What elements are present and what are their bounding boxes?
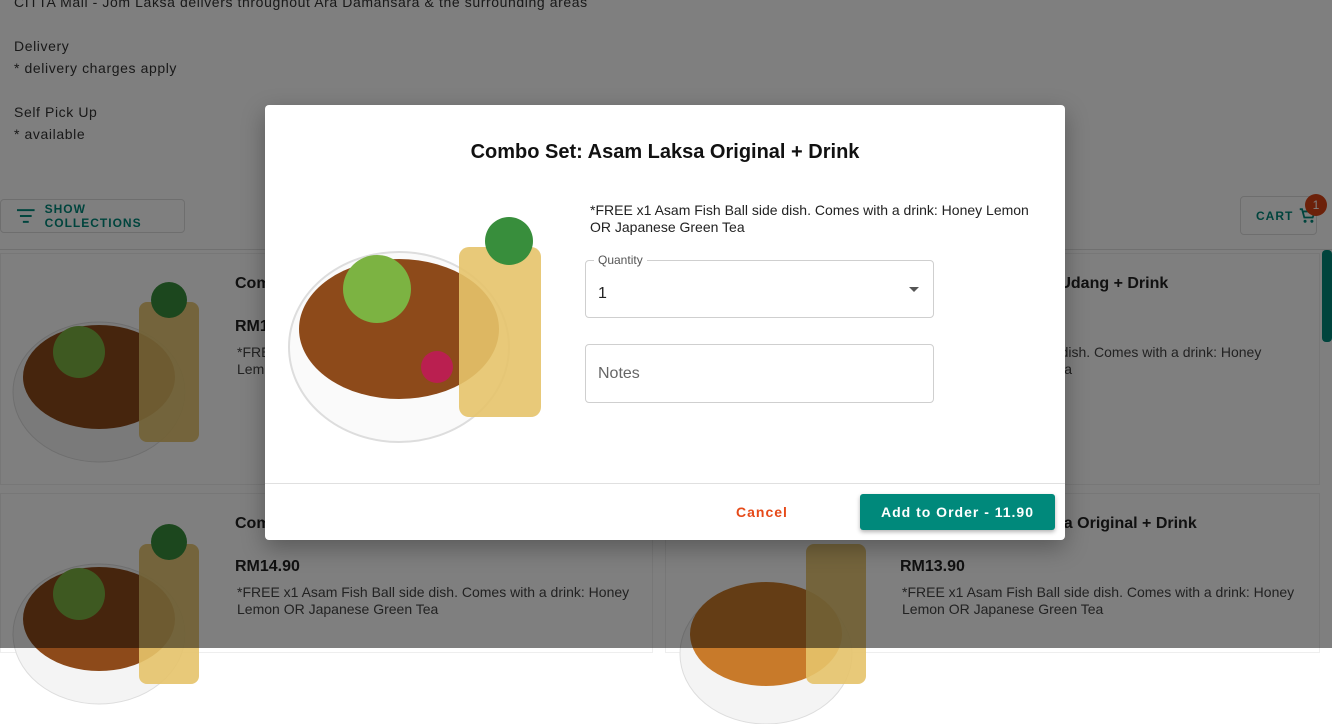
dialog-description: *FREE x1 Asam Fish Ball side dish. Comes… bbox=[590, 202, 1029, 235]
add-to-order-button[interactable]: Add to Order - 11.90 bbox=[860, 494, 1055, 530]
dialog-divider bbox=[265, 483, 1065, 484]
add-item-dialog: Combo Set: Asam Laksa Original + Drink *… bbox=[265, 105, 1065, 540]
quantity-label: Quantity bbox=[594, 253, 647, 267]
quantity-select[interactable]: Quantity 1 bbox=[585, 253, 934, 318]
notes-field[interactable] bbox=[585, 344, 934, 403]
dish-image bbox=[288, 217, 541, 443]
notes-input[interactable] bbox=[586, 345, 933, 402]
dialog-title: Combo Set: Asam Laksa Original + Drink bbox=[470, 141, 860, 163]
quantity-value: 1 bbox=[598, 285, 607, 302]
chevron-down-icon bbox=[909, 287, 919, 292]
cancel-button[interactable]: Cancel bbox=[717, 494, 807, 530]
